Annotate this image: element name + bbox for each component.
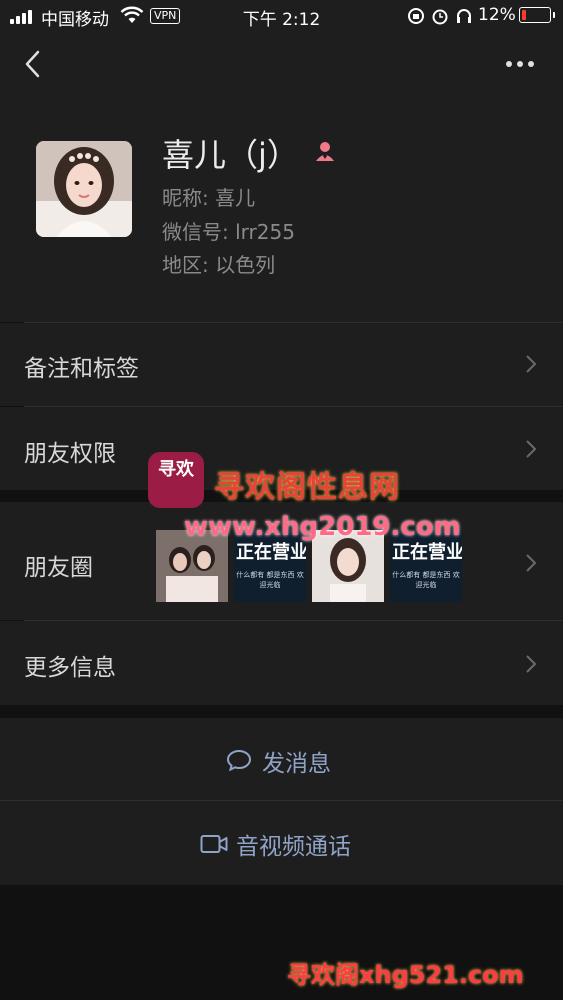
watermark-url: www.xhg2019.com bbox=[184, 512, 461, 542]
profile-header: 喜儿（j） 昵称: 喜儿 微信号: lrr255 地区: 以色列 bbox=[0, 96, 563, 322]
send-message-button[interactable]: 发消息 bbox=[0, 718, 563, 800]
chat-bubble-icon bbox=[226, 749, 252, 772]
row-more-info[interactable]: 更多信息 bbox=[0, 621, 563, 705]
region-value: 以色列 bbox=[215, 253, 276, 277]
nickname-value: 喜儿 bbox=[215, 186, 256, 210]
row-remarks-tags[interactable]: 备注和标签 bbox=[0, 323, 563, 406]
back-icon[interactable] bbox=[20, 48, 48, 80]
wechat-id-value: lrr255 bbox=[235, 220, 295, 244]
send-message-label: 发消息 bbox=[262, 751, 331, 777]
female-icon bbox=[316, 142, 334, 161]
moments-label: 朋友圈 bbox=[24, 555, 93, 581]
battery-percent: 12% bbox=[478, 5, 516, 25]
wechat-id-label: 微信号: bbox=[162, 220, 229, 244]
status-icons bbox=[408, 8, 471, 25]
chevron-right-icon bbox=[526, 554, 537, 572]
nickname-label: 昵称: bbox=[162, 186, 209, 210]
more-options-icon[interactable] bbox=[505, 60, 535, 68]
headphones-icon bbox=[457, 9, 471, 23]
region-line: 地区: 以色列 bbox=[162, 249, 275, 278]
watermark-title: 寻欢阁性息网 bbox=[214, 470, 400, 505]
chevron-right-icon bbox=[526, 355, 537, 373]
battery-icon bbox=[519, 7, 555, 23]
watermark-logo-text: 寻欢 bbox=[158, 459, 194, 480]
chevron-right-icon bbox=[526, 440, 537, 458]
alarm-icon bbox=[432, 9, 448, 25]
avatar[interactable] bbox=[36, 141, 132, 237]
video-camera-icon bbox=[200, 835, 228, 853]
video-call-button[interactable]: 音视频通话 bbox=[0, 801, 563, 885]
video-call-label: 音视频通话 bbox=[236, 834, 351, 860]
chevron-right-icon bbox=[526, 655, 537, 673]
watermark-bottom: 寻欢阁xhg521.com bbox=[287, 961, 524, 989]
status-bar: 中国移动 VPN 下午 2:12 12% bbox=[0, 0, 563, 32]
region-label: 地区: bbox=[162, 253, 209, 277]
orientation-lock-icon bbox=[408, 8, 424, 24]
contact-name: 喜儿（j） bbox=[162, 136, 299, 174]
watermark-logo: 寻欢 bbox=[148, 452, 204, 508]
remarks-tags-label: 备注和标签 bbox=[24, 356, 139, 382]
more-info-label: 更多信息 bbox=[24, 655, 116, 681]
friend-permissions-label: 朋友权限 bbox=[24, 441, 116, 467]
promo-subtitle: 什么都有 都是东西 欢迎光临 bbox=[236, 571, 304, 589]
nav-bar bbox=[0, 32, 563, 96]
wechat-id-line: 微信号: lrr255 bbox=[162, 216, 295, 245]
promo-subtitle: 什么都有 都是东西 欢迎光临 bbox=[392, 571, 460, 589]
nickname-line: 昵称: 喜儿 bbox=[162, 182, 255, 211]
